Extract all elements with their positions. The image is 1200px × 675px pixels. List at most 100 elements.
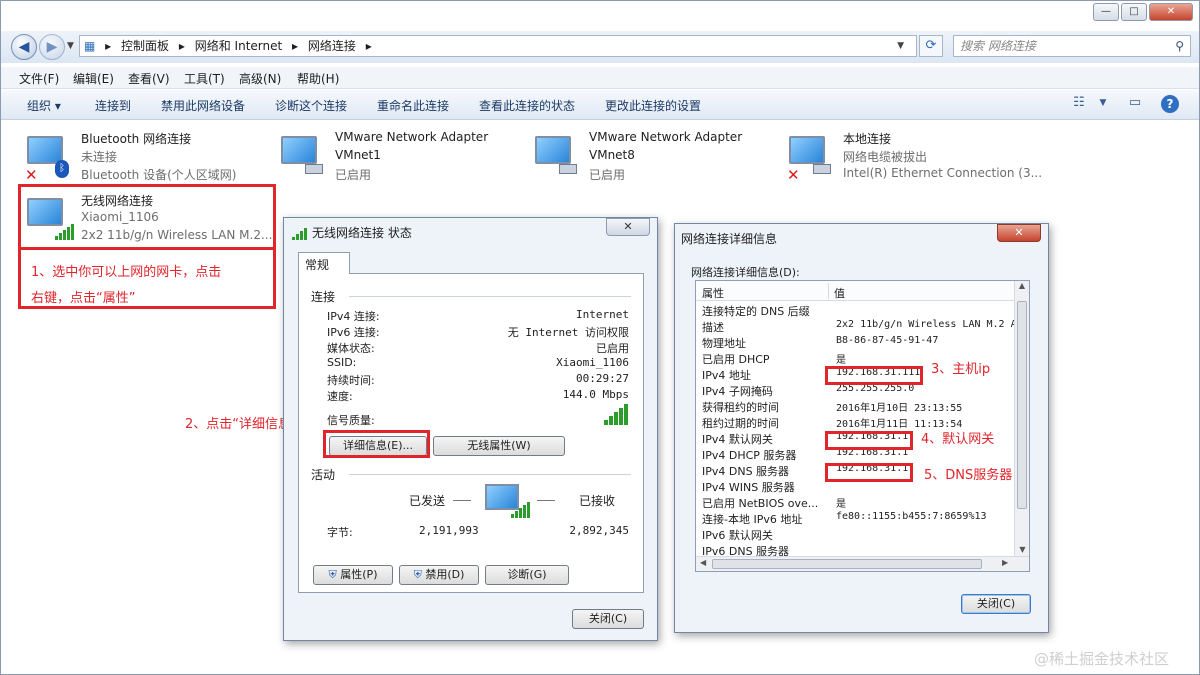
menu-help[interactable]: 帮助(H)	[297, 70, 339, 87]
media-label: 媒体状态:	[327, 342, 375, 355]
address-separator: ▸	[292, 39, 299, 53]
connection-device: 已启用	[335, 168, 372, 182]
dialog-title: 网络连接详细信息	[681, 232, 778, 246]
connection-device: Bluetooth 设备(个人区域网)	[81, 168, 237, 182]
menu-file[interactable]: 文件(F)	[19, 70, 59, 87]
address-bar[interactable]: ▦ ▸ 控制面板 ▸ 网络和 Internet ▸ 网络连接 ▸ ▼	[79, 35, 917, 57]
properties-button-label: 属性(P)	[340, 568, 378, 581]
property-cell: 连接特定的 DNS 后缀	[702, 305, 810, 318]
table-row[interactable]: 描述 2x2 11b/g/n Wireless LAN M.2 A	[696, 319, 1026, 335]
network-adapter-icon	[535, 136, 571, 164]
view-dropdown-icon[interactable]: ▼	[1093, 98, 1113, 116]
value-cell: B8-86-87-45-91-47	[836, 335, 939, 346]
view-status-button[interactable]: 查看此连接的状态	[479, 97, 575, 114]
close-icon[interactable]: ✕	[606, 218, 650, 236]
details-close-button[interactable]: 关闭(C)	[961, 594, 1031, 614]
speed-label: 速度:	[327, 390, 353, 403]
address-dropdown-icon[interactable]: ▼	[897, 36, 904, 56]
connection-device: 已启用	[589, 168, 626, 182]
close-window-button[interactable]: ✕	[1149, 3, 1193, 21]
breadcrumb-control-panel[interactable]: 控制面板	[121, 39, 169, 53]
menu-advanced[interactable]: 高级(N)	[239, 70, 281, 87]
vertical-scrollbar[interactable]: ▲ ▼	[1014, 281, 1029, 556]
property-cell: 获得租约的时间	[702, 401, 779, 414]
scroll-up-icon[interactable]: ▲	[1015, 281, 1029, 290]
connection-status: 未连接	[81, 150, 118, 164]
wireless-properties-button[interactable]: 无线属性(W)	[433, 436, 565, 456]
table-row[interactable]: 连接特定的 DNS 后缀	[696, 303, 1026, 319]
horizontal-scrollbar[interactable]: ◀ ▶	[696, 556, 1029, 571]
property-cell: IPv4 地址	[702, 369, 751, 382]
property-cell: 物理地址	[702, 337, 746, 350]
minimize-button[interactable]: —	[1093, 3, 1119, 21]
speed-value: 144.0 Mbps	[562, 388, 629, 401]
property-cell: IPv4 默认网关	[702, 433, 773, 446]
close-icon[interactable]: ✕	[997, 224, 1041, 242]
scrollbar-thumb[interactable]	[712, 559, 982, 569]
help-icon[interactable]: ?	[1161, 95, 1179, 113]
breadcrumb-network-connections[interactable]: 网络连接	[308, 39, 356, 53]
view-options-icon[interactable]: ☷	[1069, 95, 1089, 113]
diagnose-connection-button[interactable]: 诊断这个连接	[275, 97, 347, 114]
divider	[537, 500, 555, 501]
control-panel-icon: ▦	[84, 39, 96, 53]
disable-button[interactable]: ⛨ 禁用(D)	[399, 565, 479, 585]
connection-vmnet1[interactable]: VMware Network Adapter VMnet1 已启用	[277, 130, 527, 184]
disable-device-button[interactable]: 禁用此网络设备	[161, 97, 245, 114]
properties-button[interactable]: ⛨ 属性(P)	[313, 565, 393, 585]
preview-pane-icon[interactable]: ▭	[1125, 95, 1145, 113]
duration-value: 00:29:27	[576, 372, 629, 385]
details-list[interactable]: 属性 值 连接特定的 DNS 后缀 描述 2x2 11b/g/n Wireless …	[695, 280, 1030, 572]
connection-name: 本地连接	[843, 132, 892, 146]
tab-general[interactable]: 常规	[298, 252, 350, 274]
scroll-left-icon[interactable]: ◀	[700, 558, 706, 567]
connection-bluetooth[interactable]: ✕ ᛒ Bluetooth 网络连接 未连接 Bluetooth 设备(个人区域…	[23, 130, 273, 184]
property-cell: 已启用 NetBIOS ove...	[702, 497, 819, 510]
history-dropdown-icon[interactable]: ▼	[67, 41, 74, 51]
menu-view[interactable]: 查看(V)	[128, 70, 170, 87]
duration-label: 持续时间:	[327, 374, 375, 387]
highlight-box-ip	[825, 366, 923, 385]
wireless-status-dialog: 无线网络连接 状态 ✕ 常规 连接 IPv4 连接: Internet IPv6…	[283, 217, 658, 641]
wifi-signal-icon	[292, 226, 308, 240]
ipv6-value: 无 Internet 访问权限	[507, 326, 629, 339]
table-row[interactable]: 连接-本地 IPv6 地址 fe80::1155:b455:7:8659%13	[696, 511, 1026, 527]
search-icon[interactable]: ⚲	[1175, 36, 1184, 56]
table-row[interactable]: 已启用 NetBIOS ove... 是	[696, 495, 1026, 511]
annotation-step5: 5、DNS服务器	[924, 468, 1013, 483]
scroll-right-icon[interactable]: ▶	[1002, 558, 1008, 567]
organize-button[interactable]: 组织 ▾	[27, 97, 61, 114]
connection-local[interactable]: ✕ 本地连接 网络电缆被拔出 Intel(R) Ethernet Connect…	[785, 130, 1045, 184]
forward-icon[interactable]: ▶	[39, 34, 65, 60]
column-property[interactable]: 属性	[702, 285, 724, 301]
search-input[interactable]: 搜索 网络连接 ⚲	[953, 35, 1191, 57]
menu-tools[interactable]: 工具(T)	[184, 70, 225, 87]
diagnose-button[interactable]: 诊断(G)	[485, 565, 569, 585]
column-value[interactable]: 值	[834, 285, 845, 301]
table-row[interactable]: IPv6 默认网关	[696, 527, 1026, 543]
refresh-icon[interactable]: ⟳	[919, 35, 943, 57]
scroll-down-icon[interactable]: ▼	[1015, 545, 1029, 554]
menu-edit[interactable]: 编辑(E)	[73, 70, 114, 87]
change-settings-button[interactable]: 更改此连接的设置	[605, 97, 701, 114]
bytes-sent-value: 2,191,993	[419, 524, 479, 537]
maximize-button[interactable]: □	[1121, 3, 1147, 21]
back-icon[interactable]: ◀	[11, 34, 37, 60]
ssid-value: Xiaomi_1106	[556, 356, 629, 369]
column-divider	[828, 283, 829, 299]
table-row[interactable]: 物理地址 B8-86-87-45-91-47	[696, 335, 1026, 351]
connection-vmnet8[interactable]: VMware Network Adapter VMnet8 已启用	[531, 130, 781, 184]
property-cell: IPv4 WINS 服务器	[702, 481, 795, 494]
connect-to-button[interactable]: 连接到	[95, 97, 131, 114]
breadcrumb-network-internet[interactable]: 网络和 Internet	[195, 39, 282, 53]
details-caption: 网络连接详细信息(D):	[691, 266, 800, 279]
scrollbar-thumb[interactable]	[1017, 301, 1027, 509]
property-cell: 已启用 DHCP	[702, 353, 770, 366]
table-row[interactable]: 获得租约的时间 2016年1月10日 23:13:55	[696, 399, 1026, 415]
address-separator: ▸	[105, 39, 112, 53]
command-bar: 组织 ▾ 连接到 禁用此网络设备 诊断这个连接 重命名此连接 查看此连接的状态 …	[1, 90, 1199, 120]
status-close-button[interactable]: 关闭(C)	[572, 609, 644, 629]
table-row[interactable]: IPv4 子网掩码 255.255.255.0	[696, 383, 1026, 399]
property-cell: IPv4 DNS 服务器	[702, 465, 790, 478]
rename-connection-button[interactable]: 重命名此连接	[377, 97, 449, 114]
